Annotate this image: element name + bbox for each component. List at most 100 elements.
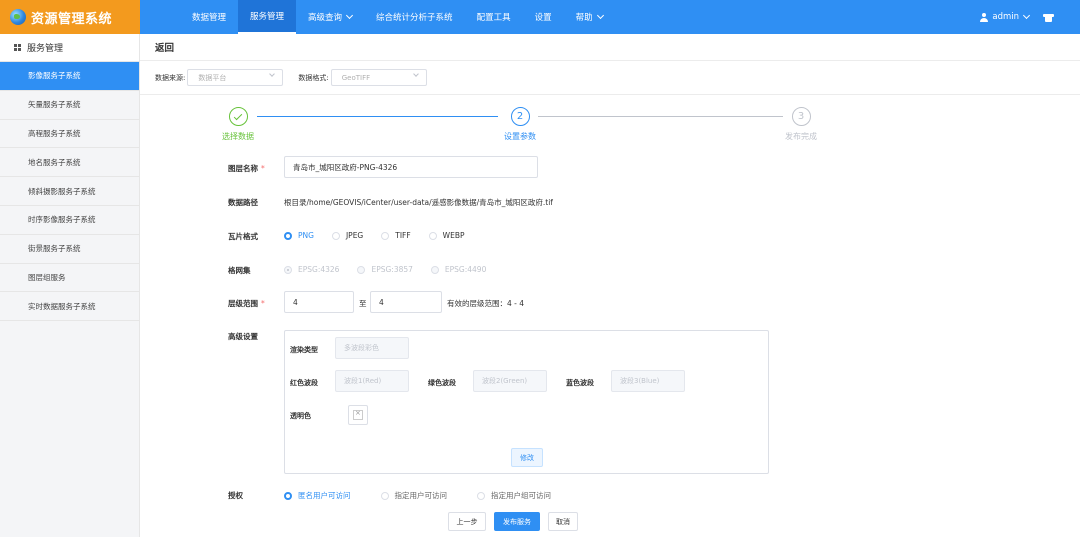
data-path-label: 数据路径 xyxy=(228,198,258,207)
prev-step-button[interactable]: 上一步 xyxy=(448,512,486,531)
nav-label: 帮助 xyxy=(575,13,593,23)
step-number: 2 xyxy=(510,107,530,126)
sidebar-item-placename[interactable]: 地名服务子系统 xyxy=(0,148,139,178)
user-menu[interactable]: admin xyxy=(980,0,1054,34)
source-select[interactable]: 数据平台 xyxy=(187,69,284,86)
prev-label: 上一步 xyxy=(456,517,478,526)
radio-dot xyxy=(477,491,485,500)
radio-anonymous[interactable]: 匿名用户可访问 xyxy=(284,490,351,501)
nav-item-advanced-query[interactable]: 高级查询 xyxy=(296,0,364,34)
radio-label: PNG xyxy=(298,231,314,240)
render-type-select[interactable]: 多波段彩色 xyxy=(335,337,409,359)
tile-format-radio-group: PNG JPEG TIFF WEBP xyxy=(284,231,483,240)
radio-label: JPEG xyxy=(345,231,364,240)
render-type-label: 渲染类型 xyxy=(290,346,318,354)
step-label: 选择数据 xyxy=(222,132,254,141)
layer-name-input[interactable]: 青岛市_城阳区政府-PNG-4326 xyxy=(284,156,538,178)
nav-label: 综合统计分析子系统 xyxy=(376,13,453,23)
globe-icon xyxy=(10,9,26,25)
check-icon-circle xyxy=(228,107,248,126)
radio-label: 匿名用户可访问 xyxy=(298,491,351,500)
radio-epsg-4326[interactable]: EPSG:4326 xyxy=(284,265,339,274)
advanced-settings-label: 高级设置 xyxy=(228,332,258,341)
radio-label: 指定用户组可访问 xyxy=(491,491,551,500)
tile-format-label: 瓦片格式 xyxy=(228,232,258,241)
modify-label: 修改 xyxy=(520,453,534,462)
step-label: 发布完成 xyxy=(785,132,817,141)
green-band-select[interactable]: 波段2(Green) xyxy=(473,370,547,392)
source-label: 数据来源: xyxy=(155,73,186,82)
blue-band-value: 波段3(Blue) xyxy=(620,377,660,385)
chevron-down-icon xyxy=(1022,11,1031,20)
step-number: 3 xyxy=(791,107,811,126)
filter-bar: 数据来源: 数据平台 数据格式: GeoTIFF xyxy=(140,61,1080,95)
app-title: 资源管理系统 xyxy=(31,11,113,27)
auth-radio-group: 匿名用户可访问 指定用户可访问 指定用户组可访问 xyxy=(284,490,569,501)
blue-band-select[interactable]: 波段3(Blue) xyxy=(611,370,685,392)
radio-epsg-3857[interactable]: EPSG:3857 xyxy=(357,265,413,274)
color-picker[interactable] xyxy=(348,405,368,425)
chevron-down-icon xyxy=(412,71,419,77)
top-navbar: 资源管理系统 数据管理 服务管理 高级查询 综合统计分析子系统 配置工具 设置 … xyxy=(0,0,1080,34)
publish-label: 发布服务 xyxy=(503,517,531,526)
level-separator: 至 xyxy=(359,299,367,308)
theme-shirt-icon[interactable] xyxy=(1043,13,1054,22)
step-line-2 xyxy=(538,116,783,117)
radio-epsg-4490[interactable]: EPSG:4490 xyxy=(430,265,486,274)
level-from-input[interactable]: 4 xyxy=(284,291,354,313)
radio-webp[interactable]: WEBP xyxy=(428,231,465,240)
transparent-color-label: 透明色 xyxy=(290,412,311,420)
format-select[interactable]: GeoTIFF xyxy=(330,69,427,86)
nav-item-config-tools[interactable]: 配置工具 xyxy=(465,0,523,34)
green-band-value: 波段2(Green) xyxy=(482,377,528,385)
red-band-select[interactable]: 波段1(Red) xyxy=(335,370,409,392)
nav-item-statistics[interactable]: 综合统计分析子系统 xyxy=(364,0,465,34)
radio-dot xyxy=(430,265,439,274)
advanced-settings-panel: 渲染类型 多波段彩色 红色波段 波段1(Red) 绿色波段 波段2(Green)… xyxy=(284,330,769,474)
radio-png[interactable]: PNG xyxy=(284,231,314,240)
publish-service-button[interactable]: 发布服务 xyxy=(494,512,540,531)
chevron-down-icon xyxy=(269,71,276,77)
source-value: 数据平台 xyxy=(198,73,227,82)
sidebar-item-imagery[interactable]: 影像服务子系统 xyxy=(0,62,139,91)
radio-specified-user[interactable]: 指定用户可访问 xyxy=(380,490,447,501)
sidebar-item-streetview[interactable]: 街景服务子系统 xyxy=(0,234,139,264)
user-icon xyxy=(980,12,989,22)
sidebar-item-label: 图层组服务 xyxy=(28,272,66,282)
gridset-label: 格网集 xyxy=(228,266,251,275)
nav-item-settings[interactable]: 设置 xyxy=(523,0,564,34)
sidebar-item-timeseries[interactable]: 时序影像服务子系统 xyxy=(0,205,139,235)
sidebar-item-label: 街景服务子系统 xyxy=(28,244,81,254)
step-line-1 xyxy=(257,116,498,117)
step-label: 设置参数 xyxy=(504,132,536,141)
radio-dot xyxy=(381,231,390,240)
radio-dot xyxy=(284,265,292,274)
cancel-button[interactable]: 取消 xyxy=(548,512,578,531)
nav-item-help[interactable]: 帮助 xyxy=(564,0,615,34)
layer-name-label: 图层名称 * xyxy=(228,164,265,173)
step-publish-done: 3 发布完成 xyxy=(771,107,831,142)
sidebar-item-layergroup[interactable]: 图层组服务 xyxy=(0,263,139,293)
layer-name-value: 青岛市_城阳区政府-PNG-4326 xyxy=(293,162,398,172)
radio-tiff[interactable]: TIFF xyxy=(381,231,411,240)
nav-label: 设置 xyxy=(534,13,552,23)
modify-button[interactable]: 修改 xyxy=(511,448,543,467)
radio-specified-group[interactable]: 指定用户组可访问 xyxy=(477,490,551,501)
back-label: 返回 xyxy=(155,43,175,54)
radio-label: WEBP xyxy=(442,231,465,240)
sidebar-item-oblique[interactable]: 倾斜摄影服务子系统 xyxy=(0,177,139,206)
sidebar-item-label: 影像服务子系统 xyxy=(28,71,81,81)
format-value: GeoTIFF xyxy=(341,73,371,82)
nav-item-data-management[interactable]: 数据管理 xyxy=(180,0,238,34)
sidebar-item-label: 倾斜摄影服务子系统 xyxy=(28,186,96,196)
level-range-label: 层级范围 * xyxy=(228,299,265,308)
app-logo[interactable]: 资源管理系统 xyxy=(0,0,140,34)
radio-jpeg[interactable]: JPEG xyxy=(331,231,364,240)
nav-item-service-management[interactable]: 服务管理 xyxy=(238,0,297,34)
main-nav: 数据管理 服务管理 高级查询 综合统计分析子系统 配置工具 设置 帮助 xyxy=(180,0,615,34)
nav-label: 服务管理 xyxy=(250,12,285,22)
sidebar-item-realtime[interactable]: 实时数据服务子系统 xyxy=(0,292,139,322)
level-to-input[interactable]: 4 xyxy=(370,291,442,313)
back-link[interactable]: 返回 xyxy=(140,34,1080,61)
chevron-down-icon xyxy=(346,11,354,20)
